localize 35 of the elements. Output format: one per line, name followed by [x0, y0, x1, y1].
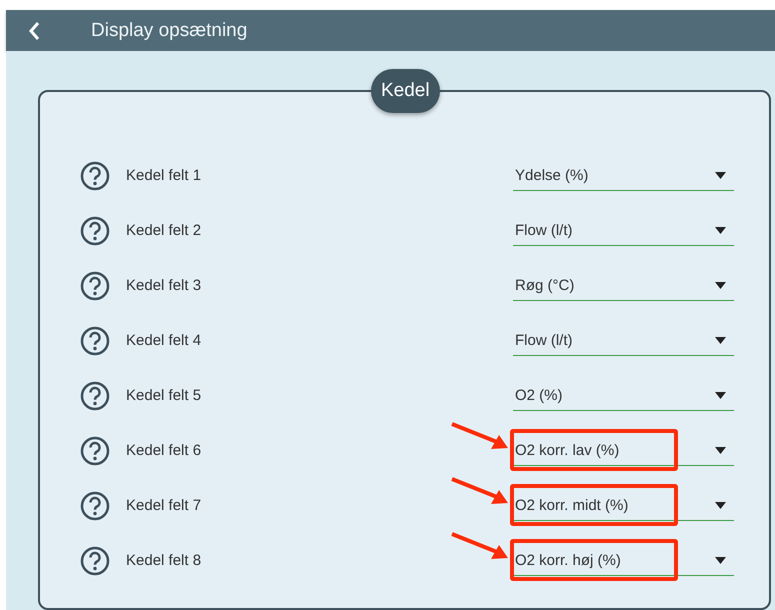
- dropdown[interactable]: Flow (l/t): [513, 216, 734, 246]
- field-label: Kedel felt 6: [126, 442, 202, 459]
- field-label: Kedel felt 5: [126, 387, 202, 404]
- dropdown[interactable]: O2 korr. midt (%): [513, 490, 734, 520]
- dropdown[interactable]: O2 (%): [513, 380, 734, 410]
- dropdown[interactable]: Ydelse (%): [513, 160, 734, 190]
- field-label: Kedel felt 2: [126, 222, 202, 239]
- caret-icon: [715, 446, 726, 454]
- dropdown[interactable]: Røg (°C): [513, 270, 734, 300]
- field-label: Kedel felt 3: [126, 277, 202, 294]
- caret-icon: [715, 282, 726, 288]
- help-icon[interactable]: [80, 270, 110, 300]
- field-label: Kedel felt 8: [126, 552, 202, 569]
- caret-icon: [715, 336, 726, 344]
- back-icon[interactable]: [28, 20, 40, 40]
- dropdown[interactable]: O2 korr. lav (%): [513, 436, 734, 466]
- help-icon[interactable]: [80, 160, 110, 190]
- help-icon[interactable]: [80, 216, 110, 246]
- panel-title: Kedel: [371, 69, 440, 113]
- caret-icon: [715, 172, 726, 178]
- caret-icon: [715, 392, 726, 398]
- caret-icon: [715, 502, 726, 508]
- help-icon[interactable]: [80, 326, 110, 356]
- dropdown[interactable]: O2 korr. høj (%): [513, 546, 734, 576]
- caret-icon: [715, 556, 726, 564]
- dropdown[interactable]: Flow (l/t): [513, 326, 734, 356]
- caret-icon: [715, 226, 726, 234]
- field-label: Kedel felt 1: [126, 167, 202, 184]
- field-label: Kedel felt 7: [126, 497, 202, 514]
- help-icon[interactable]: [80, 490, 110, 520]
- help-icon[interactable]: [80, 546, 110, 576]
- help-icon[interactable]: [80, 436, 110, 466]
- page-title: Display opsætning: [91, 20, 248, 42]
- field-label: Kedel felt 4: [126, 332, 202, 349]
- help-icon[interactable]: [80, 380, 110, 410]
